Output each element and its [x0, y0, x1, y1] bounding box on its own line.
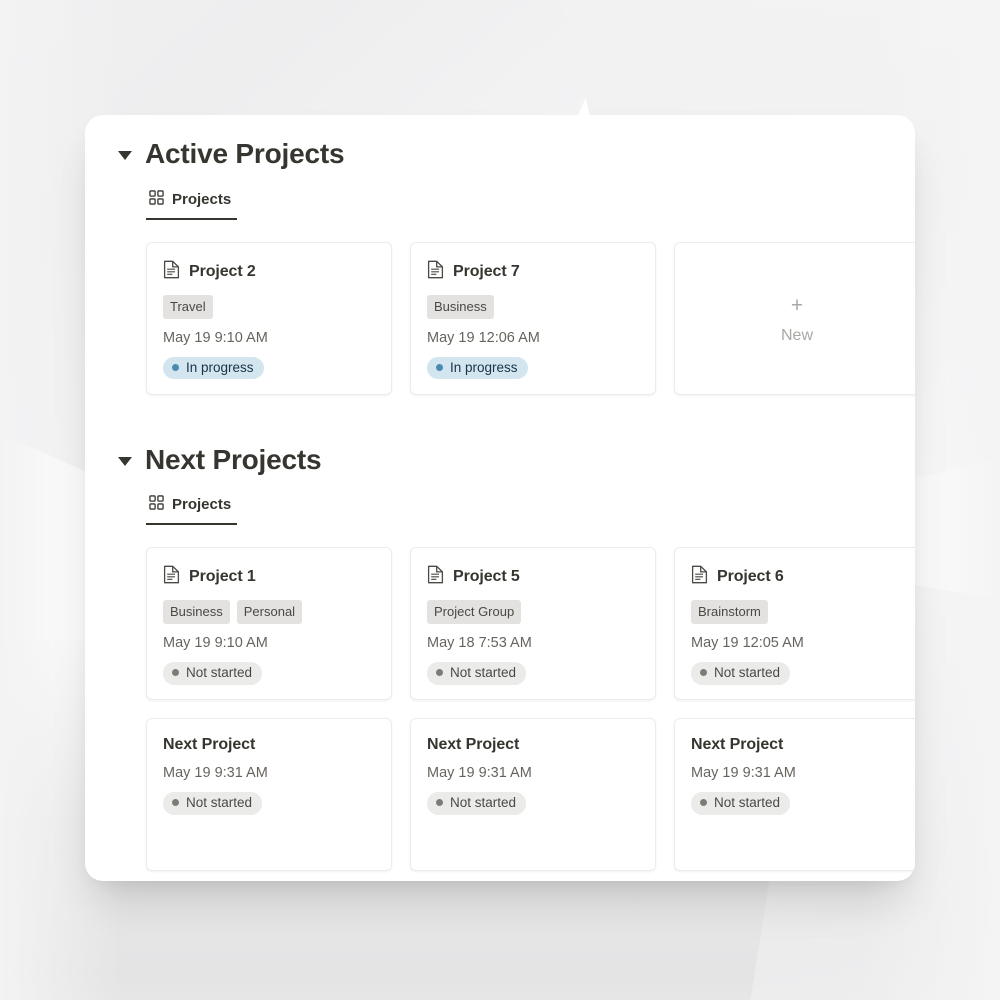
- project-card[interactable]: Project 5 Project Group May 18 7:53 AM N…: [410, 547, 656, 701]
- tabs-strip: Projects: [146, 189, 915, 220]
- card-date: May 19 9:10 AM: [163, 329, 268, 346]
- project-card[interactable]: Project 6 Brainstorm May 19 12:05 AM Not…: [674, 547, 915, 701]
- tag-row: Business: [427, 294, 639, 319]
- new-card-label: New: [780, 326, 813, 344]
- status-label: Not started: [714, 665, 781, 681]
- tabs-row: Projects: [85, 495, 915, 526]
- card-title-row: Project 7: [427, 260, 639, 284]
- section-next-projects: Next Projects Projects Project 1 Busines…: [85, 443, 915, 881]
- page-title: Active Projects: [145, 138, 345, 169]
- project-card[interactable]: Project 2 Travel May 19 9:10 AM In progr…: [146, 241, 392, 395]
- tab-projects[interactable]: Projects: [146, 189, 238, 220]
- card-title: Project 5: [453, 568, 520, 586]
- tag-row: Business Personal: [163, 600, 375, 625]
- project-card[interactable]: Next Project May 19 9:31 AM Not started: [410, 718, 656, 872]
- tabs-strip: Projects: [146, 495, 915, 526]
- tag-row: Project Group: [427, 600, 639, 625]
- status-badge: Not started: [427, 792, 527, 815]
- tag-chip[interactable]: Business: [163, 600, 230, 625]
- tag-chip[interactable]: Project Group: [427, 600, 522, 625]
- project-card[interactable]: Project 7 Business May 19 12:06 AM In pr…: [410, 241, 656, 395]
- project-card[interactable]: Next Project May 19 9:31 AM Not started: [146, 718, 392, 872]
- new-project-card[interactable]: + New: [674, 241, 915, 395]
- status-dot-icon: [436, 363, 443, 371]
- cards-grid-next: Project 1 Business Personal May 19 9:10 …: [85, 547, 915, 872]
- status-label: Not started: [186, 665, 253, 681]
- page-title: Next Projects: [145, 443, 322, 475]
- plus-icon: +: [790, 293, 804, 317]
- status-badge: Not started: [163, 792, 263, 815]
- card-date: May 19 12:05 AM: [691, 635, 804, 652]
- card-title: Project 2: [189, 262, 256, 280]
- status-dot-icon: [436, 799, 443, 807]
- card-date: May 19 9:31 AM: [691, 765, 796, 782]
- screenshot-stage: Active Projects Projects Project 2 Trave…: [0, 0, 1000, 1000]
- tabs-row: Projects: [85, 189, 915, 220]
- card-title-row: Project 5: [427, 565, 639, 589]
- tab-projects[interactable]: Projects: [146, 495, 238, 526]
- triangle-down-icon[interactable]: [118, 151, 132, 161]
- document-icon: [427, 565, 444, 589]
- card-title: Project 1: [189, 568, 256, 586]
- status-label: Not started: [186, 795, 253, 811]
- card-title-row: Next Project: [427, 736, 639, 754]
- status-dot-icon: [172, 363, 179, 371]
- status-label: Not started: [450, 795, 517, 811]
- card-title-row: Project 1: [163, 565, 375, 589]
- status-label: In progress: [450, 359, 518, 375]
- status-badge: Not started: [427, 662, 527, 685]
- card-date: May 19 12:06 AM: [427, 329, 540, 346]
- card-date: May 19 9:31 AM: [427, 765, 532, 782]
- document-icon: [163, 260, 180, 284]
- cards-grid-active: Project 2 Travel May 19 9:10 AM In progr…: [85, 241, 915, 395]
- status-label: Not started: [450, 665, 517, 681]
- card-title: Next Project: [427, 736, 520, 754]
- card-title: Next Project: [691, 736, 784, 754]
- status-dot-icon: [700, 799, 707, 807]
- status-dot-icon: [172, 799, 179, 807]
- triangle-down-icon[interactable]: [118, 456, 132, 466]
- card-title-row: Project 2: [163, 260, 375, 284]
- status-dot-icon: [700, 669, 707, 677]
- tag-chip[interactable]: Business: [427, 294, 494, 319]
- status-label: In progress: [186, 359, 254, 375]
- document-icon: [427, 260, 444, 284]
- panel-content: Active Projects Projects Project 2 Trave…: [85, 115, 915, 881]
- projects-panel: Active Projects Projects Project 2 Trave…: [85, 115, 915, 881]
- tab-label: Projects: [172, 190, 232, 208]
- status-badge: In progress: [163, 356, 264, 380]
- card-title: Project 7: [453, 262, 520, 280]
- card-date: May 18 7:53 AM: [427, 635, 532, 652]
- project-card[interactable]: Next Project May 19 9:31 AM Not started: [674, 718, 915, 872]
- card-title-row: Next Project: [691, 736, 903, 754]
- tag-row: Travel: [163, 294, 375, 319]
- card-title-row: Next Project: [163, 736, 375, 754]
- document-icon: [691, 565, 708, 589]
- card-title: Project 6: [717, 568, 784, 586]
- tab-label: Projects: [172, 496, 232, 514]
- section-active-projects: Active Projects Projects Project 2 Trave…: [85, 137, 915, 395]
- status-dot-icon: [172, 669, 179, 677]
- card-date: May 19 9:31 AM: [163, 765, 268, 782]
- card-date: May 19 9:10 AM: [163, 635, 268, 652]
- status-badge: In progress: [427, 356, 528, 380]
- section-header[interactable]: Next Projects: [85, 443, 915, 477]
- tag-chip[interactable]: Brainstorm: [691, 600, 768, 625]
- tag-chip[interactable]: Personal: [236, 600, 303, 625]
- status-badge: Not started: [691, 662, 791, 685]
- status-badge: Not started: [691, 792, 791, 815]
- project-card[interactable]: Project 1 Business Personal May 19 9:10 …: [146, 547, 392, 701]
- card-title: Next Project: [163, 736, 256, 754]
- status-dot-icon: [436, 669, 443, 677]
- status-badge: Not started: [163, 662, 263, 685]
- card-title-row: Project 6: [691, 565, 903, 589]
- document-icon: [163, 565, 180, 589]
- tag-chip[interactable]: Travel: [163, 294, 213, 319]
- status-label: Not started: [714, 795, 781, 811]
- grid-icon: [149, 495, 164, 514]
- tag-row: Brainstorm: [691, 600, 903, 625]
- section-header[interactable]: Active Projects: [85, 137, 915, 171]
- grid-icon: [149, 189, 164, 209]
